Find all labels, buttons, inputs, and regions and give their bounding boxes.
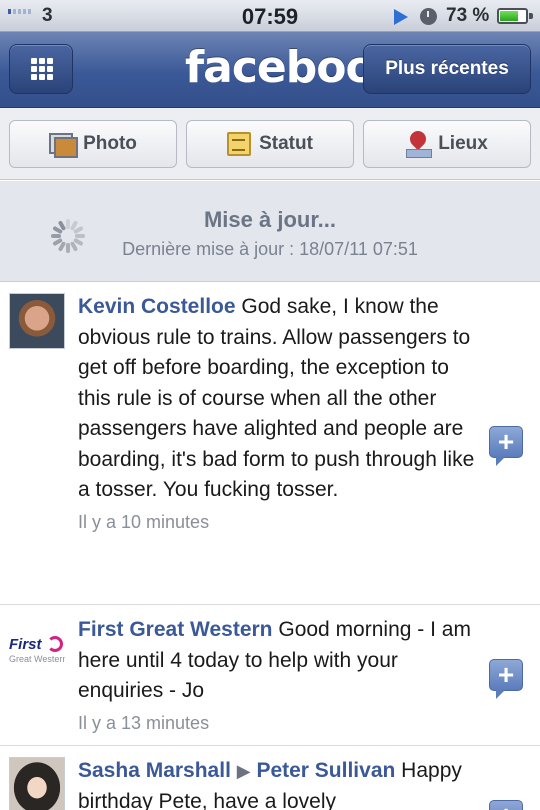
post-text: God sake, I know the obvious rule to tra… <box>78 295 475 501</box>
status-button[interactable]: Statut <box>186 120 354 168</box>
pull-to-refresh: Mise à jour... Dernière mise à jour : 18… <box>0 181 540 282</box>
post-author[interactable]: Kevin Costelloe <box>78 295 236 318</box>
battery-icon <box>497 8 528 24</box>
recent-button[interactable]: Plus récentes <box>363 44 531 94</box>
spinner-tick <box>51 234 61 238</box>
avatar-logo-text: First <box>9 636 42 653</box>
places-button-label: Lieux <box>438 133 488 154</box>
feed-post[interactable]: Kevin Costelloe God sake, I know the obv… <box>0 282 540 605</box>
note-icon <box>227 132 252 156</box>
refresh-subtitle: Dernière mise à jour : 18/07/11 07:51 <box>122 239 418 259</box>
spinner-tick <box>75 234 85 238</box>
post-time: Il y a 13 minutes <box>78 712 210 733</box>
map-pin-icon <box>406 131 433 158</box>
post-body: First Great Western Good morning - I am … <box>78 605 478 707</box>
post-author[interactable]: First Great Western <box>78 618 273 641</box>
nav-bar: facebook Plus récentes <box>0 32 540 108</box>
photo-button[interactable]: Photo <box>9 120 177 168</box>
battery-percent: 73 % <box>446 5 490 26</box>
photo-button-label: Photo <box>83 133 137 154</box>
refresh-title: Mise à jour... <box>203 207 337 232</box>
grid-icon <box>31 58 53 80</box>
add-comment-button[interactable]: + <box>489 800 523 810</box>
clock-icon <box>420 8 437 25</box>
places-button[interactable]: Lieux <box>363 120 531 168</box>
avatar[interactable]: First Great Western <box>9 616 65 672</box>
post-author[interactable]: Sasha Marshall <box>78 759 231 782</box>
status-bar: 3 07:59 73 % <box>0 0 540 32</box>
post-time: Il y a 10 minutes <box>78 511 210 532</box>
avatar-logo-subtext: Great Western <box>9 654 65 664</box>
spinner-tick <box>66 243 70 253</box>
menu-button[interactable] <box>9 44 73 94</box>
post-body: Sasha Marshall ▶ Peter Sullivan Happy bi… <box>78 746 478 810</box>
add-comment-button[interactable]: + <box>489 426 523 466</box>
battery-tip <box>529 13 533 19</box>
arrow-right-icon: ▶ <box>236 761 251 781</box>
play-icon <box>394 9 408 25</box>
spinner-icon <box>51 219 85 253</box>
photo-icon <box>49 133 79 158</box>
status-button-label: Statut <box>259 133 313 154</box>
news-feed[interactable]: Kevin Costelloe God sake, I know the obv… <box>0 282 540 810</box>
avatar[interactable] <box>9 293 65 349</box>
avatar[interactable] <box>9 757 65 810</box>
feed-post[interactable]: First Great Western First Great Western … <box>0 605 540 746</box>
action-bar: Photo Statut Lieux <box>0 108 540 180</box>
post-body: Kevin Costelloe God sake, I know the obv… <box>78 282 478 506</box>
add-comment-button[interactable]: + <box>489 659 523 699</box>
fgw-logo-icon <box>47 636 63 652</box>
post-target[interactable]: Peter Sullivan <box>256 759 395 782</box>
feed-post[interactable]: Sasha Marshall ▶ Peter Sullivan Happy bi… <box>0 746 540 810</box>
